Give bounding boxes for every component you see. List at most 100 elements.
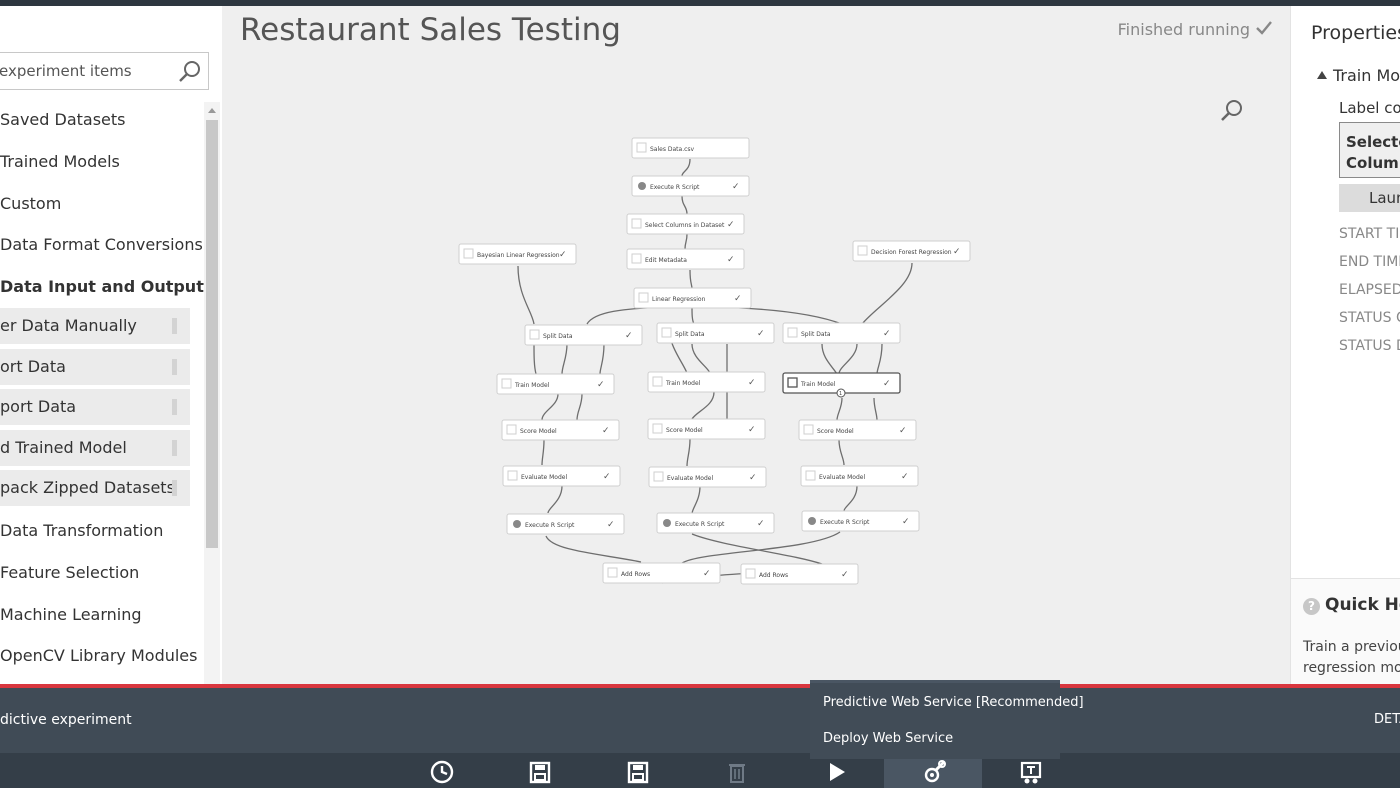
node-label: Execute R Script: [820, 519, 870, 526]
collapse-triangle-icon[interactable]: [1317, 71, 1327, 79]
node-evaluate-model-3[interactable]: Evaluate Model ✓: [800, 465, 919, 487]
start-time-label: START TIM: [1339, 226, 1400, 242]
palette-item-machine-learning[interactable]: Machine Learning: [0, 605, 142, 625]
experiment-canvas[interactable]: Sales Data.csv Execute R Script ✓ Select…: [222, 6, 1290, 684]
node-check-icon: ✓: [901, 472, 909, 482]
save-as-icon[interactable]: [623, 757, 653, 787]
palette-item-trained-models[interactable]: Trained Models: [0, 152, 120, 172]
run-icon[interactable]: [821, 757, 851, 787]
node-check-icon: ✓: [757, 329, 765, 339]
selected-columns-line2: Column: [1346, 154, 1400, 172]
launch-column-selector-button[interactable]: Laun: [1339, 184, 1400, 212]
setup-web-service-icon[interactable]: [918, 757, 948, 787]
node-train-model-3-selected[interactable]: Train Model ✓ 1: [782, 372, 901, 398]
publish-gallery-icon[interactable]: [1016, 757, 1046, 787]
palette-subitem-label: d Trained Model: [0, 438, 127, 457]
experiment-type-label: dictive experiment: [0, 712, 132, 728]
node-label: Evaluate Model: [521, 474, 567, 481]
node-check-icon: ✓: [757, 519, 765, 529]
palette-subitem-export-data[interactable]: ort Data: [0, 349, 190, 385]
node-label: Train Model: [800, 381, 836, 388]
node-execute-r-top[interactable]: Execute R Script ✓: [631, 175, 750, 197]
quick-help-text-line2: regression mod: [1303, 660, 1400, 676]
selected-columns-box[interactable]: Selected Column: [1339, 122, 1400, 178]
node-evaluate-model-2[interactable]: Evaluate Model ✓: [648, 466, 767, 488]
node-check-icon: ✓: [883, 379, 891, 389]
node-edit-metadata[interactable]: Edit Metadata ✓: [626, 248, 745, 270]
drag-grip-icon[interactable]: [172, 440, 177, 456]
node-check-icon: ✓: [902, 517, 910, 527]
node-score-model-1[interactable]: Score Model ✓: [501, 419, 620, 441]
scroll-up-icon[interactable]: [204, 102, 220, 118]
palette-item-saved-datasets[interactable]: Saved Datasets: [0, 110, 126, 130]
palette-subitem-enter-data[interactable]: er Data Manually: [0, 308, 190, 344]
menu-item-deploy-web-service[interactable]: Deploy Web Service: [823, 731, 953, 746]
node-linear-regression[interactable]: Linear Regression ✓: [633, 287, 752, 309]
node-score-model-3[interactable]: Score Model ✓: [798, 419, 917, 441]
drag-grip-icon[interactable]: [172, 399, 177, 415]
node-add-rows-1[interactable]: Add Rows ✓: [602, 562, 721, 584]
node-execute-r-1[interactable]: Execute R Script ✓: [506, 513, 625, 535]
drag-grip-icon[interactable]: [172, 318, 177, 334]
details-link[interactable]: DETA: [1374, 712, 1400, 727]
quick-help-title[interactable]: Quick Help: [1325, 595, 1400, 615]
node-split-data-3[interactable]: Split Data ✓: [782, 322, 901, 344]
palette-subitem-import-data[interactable]: port Data: [0, 389, 190, 425]
node-decision-forest-regression[interactable]: Decision Forest Regression ✓: [852, 240, 971, 262]
launch-button-label: Laun: [1369, 189, 1400, 207]
node-label: Sales Data.csv: [650, 146, 695, 153]
node-check-icon: ✓: [732, 182, 740, 192]
palette-item-feature-selection[interactable]: Feature Selection: [0, 563, 139, 583]
node-split-data-2[interactable]: Split Data ✓: [656, 322, 775, 344]
discard-icon[interactable]: [722, 757, 752, 787]
palette-item-data-input-output[interactable]: Data Input and Output: [0, 277, 204, 297]
end-time-label: END TIME: [1339, 254, 1400, 270]
node-check-icon: ✓: [841, 570, 849, 580]
palette-subitem-label: ort Data: [0, 357, 66, 376]
node-train-model-2[interactable]: Train Model ✓: [647, 371, 766, 393]
node-select-columns[interactable]: Select Columns in Dataset ✓: [626, 213, 745, 235]
drag-grip-icon[interactable]: [172, 480, 177, 496]
node-add-rows-2[interactable]: Add Rows ✓: [740, 563, 859, 585]
label-column-label: Label colu: [1339, 99, 1400, 117]
search-input[interactable]: [0, 59, 169, 83]
node-label: Linear Regression: [652, 296, 706, 303]
node-check-icon: ✓: [602, 426, 610, 436]
node-label: Train Model: [514, 382, 550, 389]
history-icon[interactable]: [427, 757, 457, 787]
node-split-data-1[interactable]: Split Data ✓: [524, 324, 643, 346]
scroll-thumb[interactable]: [206, 120, 218, 548]
search-box[interactable]: [0, 52, 209, 90]
node-label: Add Rows: [759, 572, 788, 579]
palette-item-data-format-conversions[interactable]: Data Format Conversions: [0, 235, 203, 255]
node-train-model-1[interactable]: Train Model ✓: [496, 373, 615, 395]
experiment-title[interactable]: Restaurant Sales Testing: [240, 12, 621, 48]
node-execute-r-3[interactable]: Execute R Script ✓: [801, 510, 920, 532]
palette-subitem-load-trained-model[interactable]: d Trained Model: [0, 430, 190, 466]
node-label: Train Model: [665, 380, 701, 387]
node-sales-data[interactable]: Sales Data.csv: [631, 137, 750, 159]
palette-subitem-unpack-zipped[interactable]: pack Zipped Datasets: [0, 470, 190, 506]
palette-subitem-label: port Data: [0, 397, 77, 416]
palette-item-data-transformation[interactable]: Data Transformation: [0, 521, 163, 541]
node-execute-r-2[interactable]: Execute R Script ✓: [656, 512, 775, 534]
node-score-model-2[interactable]: Score Model ✓: [647, 418, 766, 440]
drag-grip-icon[interactable]: [172, 359, 177, 375]
node-check-icon: ✓: [603, 472, 611, 482]
node-check-icon: ✓: [883, 329, 891, 339]
save-icon[interactable]: [525, 757, 555, 787]
zoom-icon[interactable]: [1219, 98, 1245, 124]
bottom-command-bar: dictive experiment DETA: [0, 688, 1400, 788]
node-evaluate-model-1[interactable]: Evaluate Model ✓: [502, 465, 621, 487]
menu-item-predictive-web-service[interactable]: Predictive Web Service [Recommended]: [823, 695, 1084, 710]
palette-item-opencv[interactable]: OpenCV Library Modules: [0, 646, 197, 666]
node-label: Select Columns in Dataset: [645, 222, 725, 229]
elapsed-time-label: ELAPSED T: [1339, 282, 1400, 298]
palette-scrollbar[interactable]: [204, 102, 220, 684]
node-bayesian-linear-regression[interactable]: Bayesian Linear Regression ✓: [458, 243, 577, 265]
search-icon[interactable]: [178, 60, 202, 84]
node-check-icon: ✓: [559, 250, 567, 260]
node-check-icon: ✓: [748, 378, 756, 388]
palette-item-custom[interactable]: Custom: [0, 194, 61, 214]
properties-section-title[interactable]: Train Mod: [1333, 66, 1400, 85]
